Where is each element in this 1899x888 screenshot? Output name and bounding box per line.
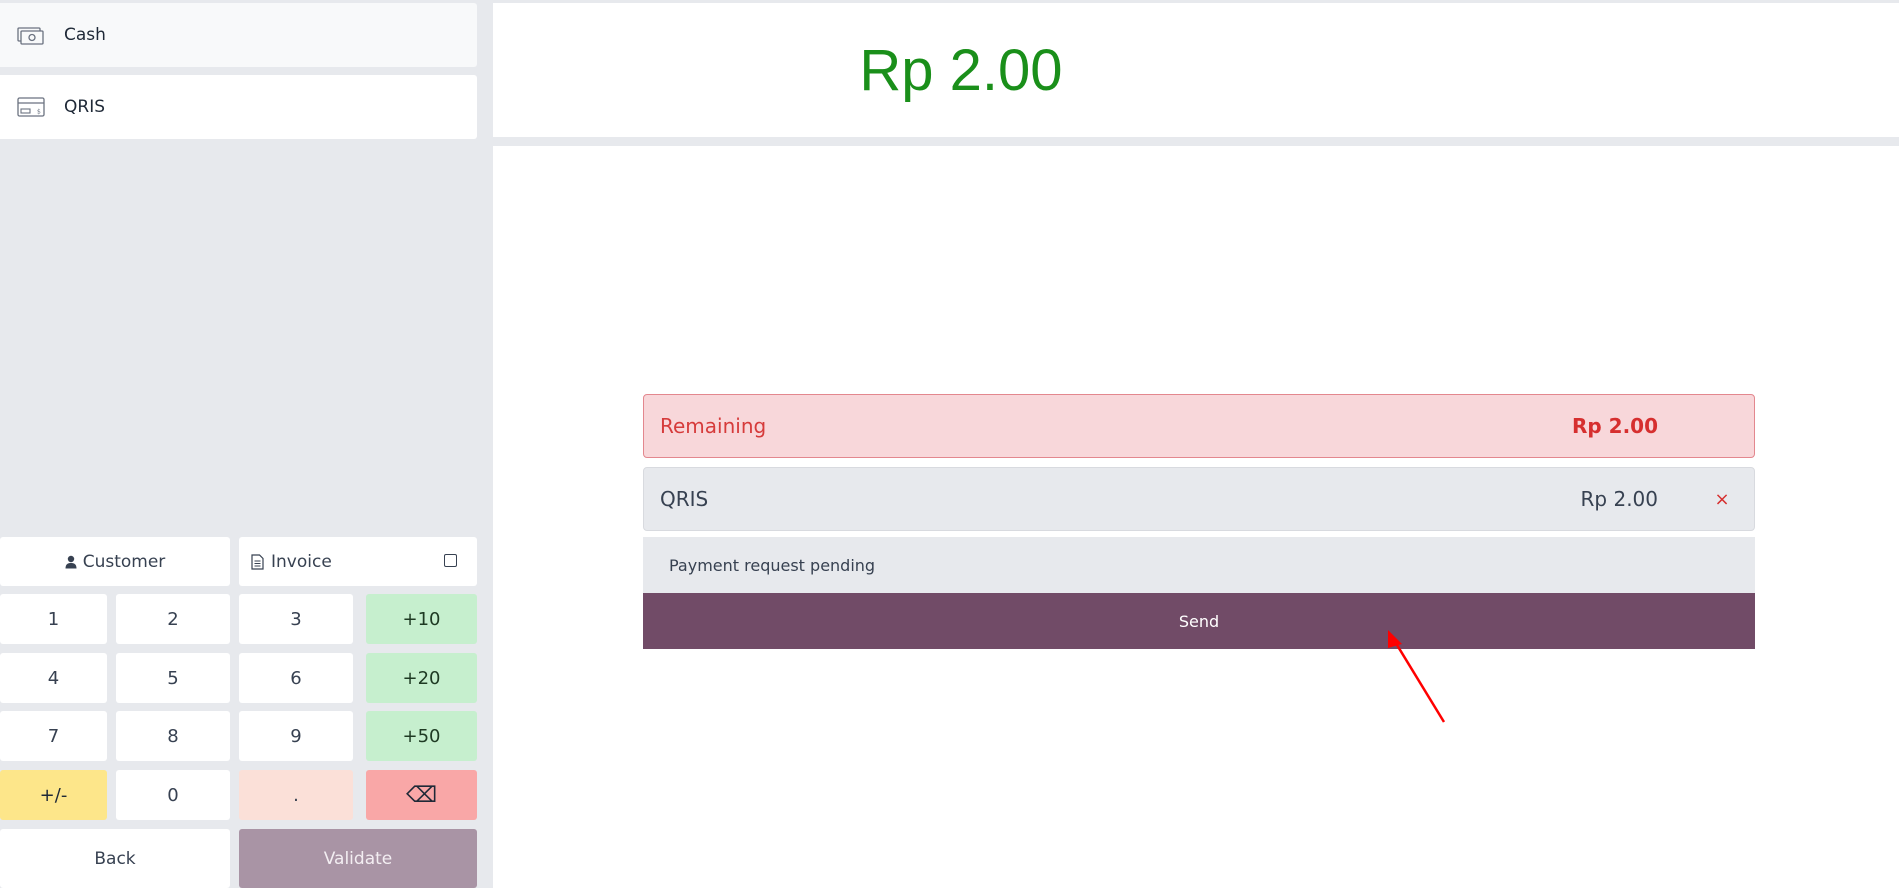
document-icon bbox=[251, 553, 264, 570]
numpad-key-plus-minus[interactable]: +/- bbox=[0, 770, 107, 820]
card-icon: $ bbox=[16, 95, 46, 119]
customer-button[interactable]: Customer bbox=[0, 537, 230, 586]
numpad-key-9[interactable]: 9 bbox=[239, 711, 353, 761]
invoice-checkbox[interactable] bbox=[444, 554, 457, 567]
back-button[interactable]: Back bbox=[0, 829, 230, 888]
numpad-key-7[interactable]: 7 bbox=[0, 711, 107, 761]
validate-button[interactable]: Validate bbox=[239, 829, 477, 888]
remaining-label: Remaining bbox=[660, 414, 767, 438]
numpad-key-8[interactable]: 8 bbox=[116, 711, 230, 761]
numpad-key-2[interactable]: 2 bbox=[116, 594, 230, 644]
customer-label: Customer bbox=[82, 551, 166, 572]
send-button[interactable]: Send bbox=[643, 593, 1755, 649]
backspace-button[interactable]: ⌫ bbox=[366, 770, 477, 820]
numpad-key-0[interactable]: 0 bbox=[116, 770, 230, 820]
remaining-value: Rp 2.00 bbox=[1571, 414, 1658, 438]
payment-line-amount: Rp 2.00 bbox=[1580, 487, 1658, 511]
payment-method-label: Cash bbox=[64, 25, 106, 45]
numpad-key-6[interactable]: 6 bbox=[239, 653, 353, 703]
numpad-key-3[interactable]: 3 bbox=[239, 594, 353, 644]
numpad-key-4[interactable]: 4 bbox=[0, 653, 107, 703]
payment-method-label: QRIS bbox=[64, 97, 105, 117]
total-amount-panel: Rp 2.00 bbox=[493, 3, 1899, 137]
numpad-key-1[interactable]: 1 bbox=[0, 594, 107, 644]
payment-line-qris[interactable]: QRIS Rp 2.00 × bbox=[643, 467, 1755, 531]
payment-status: Payment request pending bbox=[643, 537, 1755, 593]
payment-line-method: QRIS bbox=[660, 487, 709, 511]
user-icon bbox=[65, 555, 77, 569]
total-amount: Rp 2.00 bbox=[859, 37, 1063, 103]
left-panel: Cash $ QRIS Customer Invoice 1 2 3 +10 4… bbox=[0, 0, 483, 888]
payment-method-cash[interactable]: Cash bbox=[0, 3, 477, 67]
annotation-arrow-icon bbox=[1388, 630, 1446, 723]
numpad-key-5[interactable]: 5 bbox=[116, 653, 230, 703]
numpad-key-decimal[interactable]: . bbox=[239, 770, 353, 820]
invoice-label: Invoice bbox=[271, 551, 332, 572]
numpad-key-plus-20[interactable]: +20 bbox=[366, 653, 477, 703]
payment-method-qris[interactable]: $ QRIS bbox=[0, 75, 477, 139]
cash-icon bbox=[16, 23, 46, 47]
svg-text:$: $ bbox=[37, 109, 41, 116]
numpad-key-plus-50[interactable]: +50 bbox=[366, 711, 477, 761]
invoice-button[interactable]: Invoice bbox=[239, 537, 477, 586]
numpad-key-plus-10[interactable]: +10 bbox=[366, 594, 477, 644]
delete-payment-line-icon[interactable]: × bbox=[1706, 489, 1738, 510]
remaining-row: Remaining Rp 2.00 bbox=[643, 394, 1755, 458]
